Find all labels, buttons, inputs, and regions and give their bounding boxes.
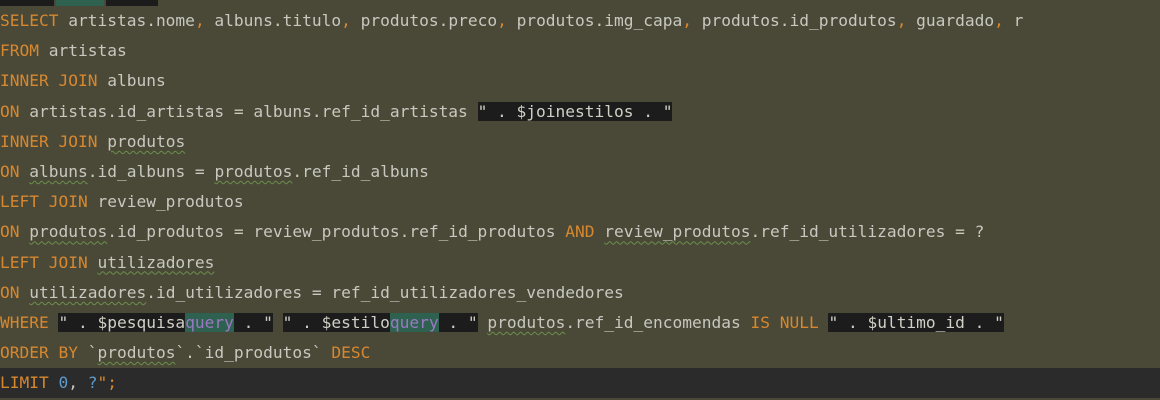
code-token: .id_produtos = review_produtos.ref_id_pr… bbox=[107, 222, 566, 242]
code-token: ON bbox=[0, 162, 20, 181]
code-line[interactable]: LEFT JOIN utilizadores bbox=[0, 248, 1160, 278]
code-token: INNER JOIN bbox=[0, 131, 98, 151]
code-token: produtos.preco bbox=[350, 11, 498, 30]
code-line[interactable]: ON utilizadores.id_utilizadores = ref_id… bbox=[0, 278, 1160, 308]
code-line[interactable]: WHERE " . $pesquisaquery . " " . $estilo… bbox=[0, 308, 1160, 338]
code-token: LEFT JOIN bbox=[0, 192, 88, 212]
code-token: LIMIT bbox=[0, 373, 49, 393]
code-token: WHERE bbox=[0, 313, 49, 332]
code-token: artistas.nome bbox=[58, 11, 195, 30]
code-token: utilizadores bbox=[29, 282, 147, 302]
code-token: " . bbox=[828, 313, 868, 332]
code-token: $joinestilos bbox=[516, 101, 634, 121]
code-line[interactable]: INNER JOIN produtos bbox=[0, 127, 1160, 157]
code-token: . " bbox=[233, 313, 273, 332]
code-token: query bbox=[389, 313, 439, 332]
code-token: guardado bbox=[906, 11, 995, 30]
code-line[interactable]: FROM artistas bbox=[0, 36, 1160, 66]
code-line[interactable]: ON artistas.id_artistas = albuns.ref_id_… bbox=[0, 97, 1160, 127]
code-token: albuns bbox=[97, 71, 166, 91]
code-token: ` bbox=[77, 343, 98, 363]
code-token: produtos.id_produtos bbox=[692, 11, 897, 30]
code-token: " . bbox=[58, 313, 98, 332]
code-token: artistas bbox=[38, 41, 127, 61]
code-token: query bbox=[185, 313, 234, 332]
code-token: , bbox=[194, 11, 205, 30]
code-token: review_produtos bbox=[87, 192, 244, 212]
code-token: .id_albuns = bbox=[87, 162, 215, 181]
code-token: DESC bbox=[331, 343, 371, 363]
code-token: "; bbox=[97, 373, 117, 393]
code-token: produtos bbox=[214, 162, 293, 181]
code-token: .ref_id_utilizadores = ? bbox=[750, 222, 985, 242]
code-token: .ref_id_albuns bbox=[292, 162, 429, 181]
code-token: albuns bbox=[29, 162, 88, 181]
code-token: FROM bbox=[0, 41, 39, 61]
code-token: , bbox=[68, 373, 88, 393]
code-line[interactable]: SELECT artistas.nome, albuns.titulo, pro… bbox=[0, 6, 1160, 36]
code-token: SELECT bbox=[0, 11, 59, 30]
code-token: artistas.id_artistas = albuns.ref_id_art… bbox=[19, 101, 478, 121]
code-line[interactable]: INNER JOIN albuns bbox=[0, 66, 1160, 96]
code-token: INNER JOIN bbox=[0, 71, 98, 91]
code-token: $ultimo_id bbox=[867, 313, 965, 332]
code-token: produtos bbox=[487, 313, 566, 332]
code-token: , bbox=[994, 11, 1004, 30]
code-token: AND bbox=[565, 222, 595, 242]
code-line[interactable]: ORDER BY `produtos`.`id_produtos` DESC bbox=[0, 338, 1160, 368]
code-token: albuns.titulo bbox=[204, 11, 342, 30]
code-token: r bbox=[1003, 11, 1024, 30]
code-token: $estilo bbox=[321, 313, 390, 332]
code-token: , bbox=[341, 11, 351, 30]
code-token: utilizadores bbox=[97, 252, 215, 272]
code-line[interactable]: ON albuns.id_albuns = produtos.ref_id_al… bbox=[0, 157, 1160, 187]
code-token: " . bbox=[282, 313, 322, 332]
code-token: produtos bbox=[97, 343, 176, 363]
code-token: LEFT JOIN bbox=[0, 252, 88, 272]
code-token: " . bbox=[477, 101, 517, 121]
code-line[interactable]: LEFT JOIN review_produtos bbox=[0, 187, 1160, 217]
code-editor[interactable]: SELECT artistas.nome, albuns.titulo, pro… bbox=[0, 0, 1160, 400]
code-token: IS NULL bbox=[750, 313, 819, 332]
code-token: ON bbox=[0, 222, 20, 242]
code-line[interactable]: ON produtos.id_produtos = review_produto… bbox=[0, 217, 1160, 247]
code-token: . " bbox=[964, 313, 1004, 332]
code-token: . " bbox=[633, 101, 673, 121]
code-token: .id_utilizadores = ref_id_utilizadores_v… bbox=[146, 282, 624, 302]
code-token: , bbox=[896, 11, 907, 30]
code-token: review_produtos bbox=[604, 222, 751, 242]
code-token: 0 bbox=[58, 373, 69, 393]
code-token: ORDER BY bbox=[0, 343, 78, 363]
code-token: , bbox=[497, 11, 507, 30]
code-line[interactable]: LIMIT 0, ?"; bbox=[0, 368, 1160, 399]
code-token: produtos bbox=[107, 131, 186, 151]
code-token: `.`id_produtos` bbox=[175, 343, 332, 363]
code-token: .ref_id_encomendas bbox=[565, 313, 751, 332]
code-token: ON bbox=[0, 282, 20, 302]
code-token: produtos.img_capa bbox=[506, 11, 683, 30]
code-token: ON bbox=[0, 101, 20, 121]
code-token: produtos bbox=[29, 222, 108, 242]
code-token: , bbox=[682, 11, 693, 30]
code-token: $pesquisa bbox=[97, 313, 186, 332]
code-token: . " bbox=[438, 313, 478, 332]
